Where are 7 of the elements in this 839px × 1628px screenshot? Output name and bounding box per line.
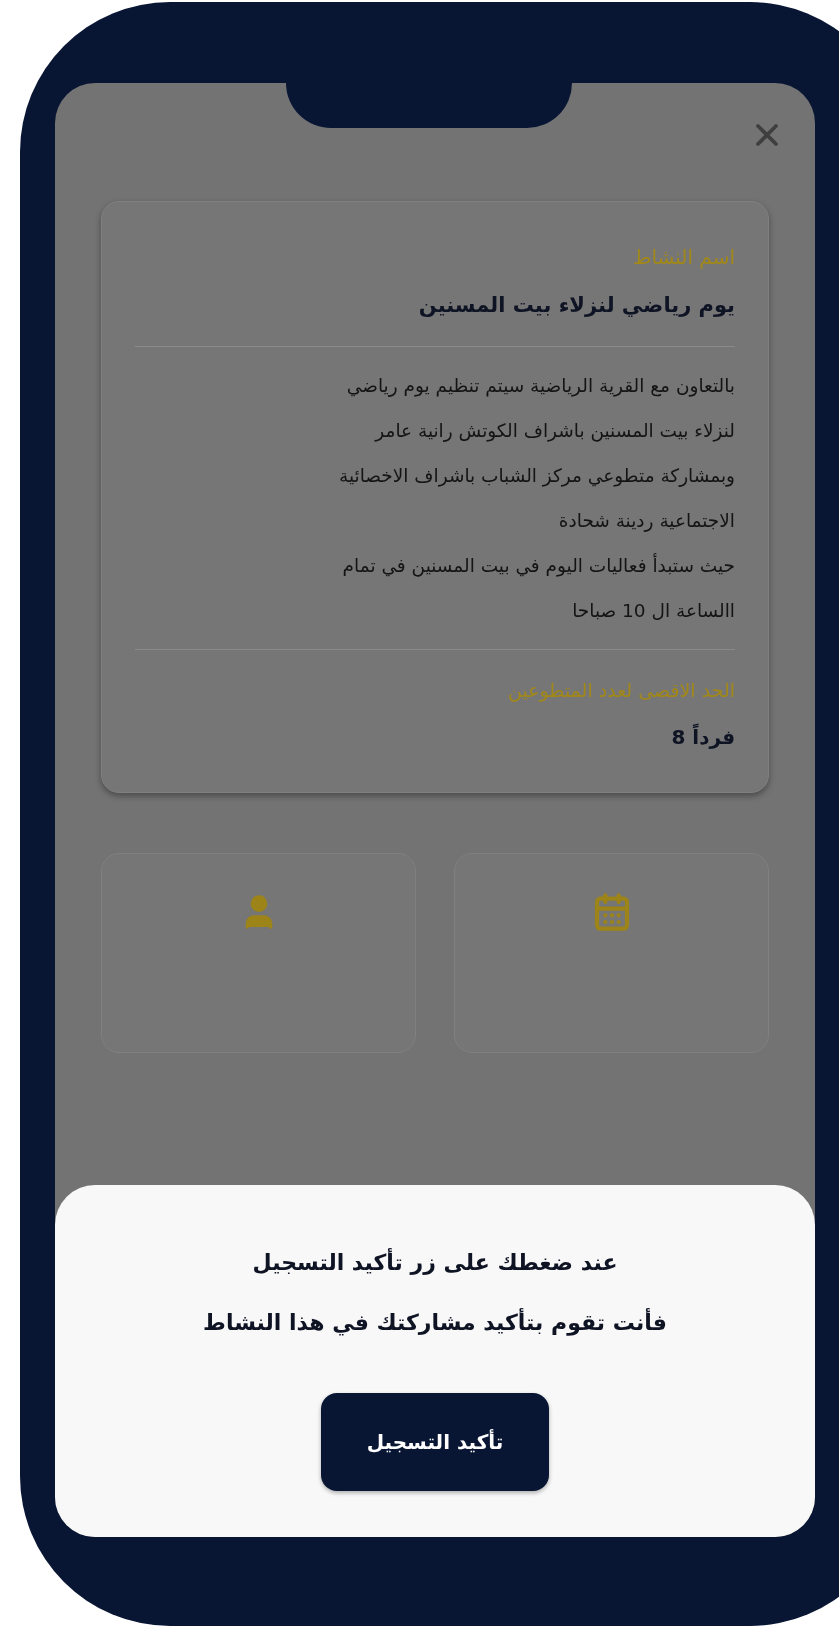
field-label: اسم النشاط: [631, 244, 735, 271]
confirm-registration-button[interactable]: تأكيد التسجيل: [321, 1393, 549, 1491]
activity-description: بالتعاون مع القرية الرياضية سيتم تنظيم يوم رياضي لنزلاء بيت المسنين باشراف الكوتش رانية عامر وبمشاركة متطوعي مركز الشباب باشراف الاخصائية الاجتماعية ردينة شحادة حيث ستبدأ فعاليات اليوم في بيت المسنين في تمام االساعة ال 10 صباحا: [135, 346, 735, 650]
max-volunteers: فرداً 8: [670, 722, 735, 751]
activity-name: يوم رياضي لنزلاء بيت المسنين: [135, 290, 735, 347]
field-label: الحد الاقصى لعدد المتطوعين: [506, 677, 735, 704]
confirmation-message: عند ضغطك على زر تأكيد التسجيل فأنت تقوم بتأكيد مشاركتك في هذا النشاط: [203, 1247, 667, 1338]
